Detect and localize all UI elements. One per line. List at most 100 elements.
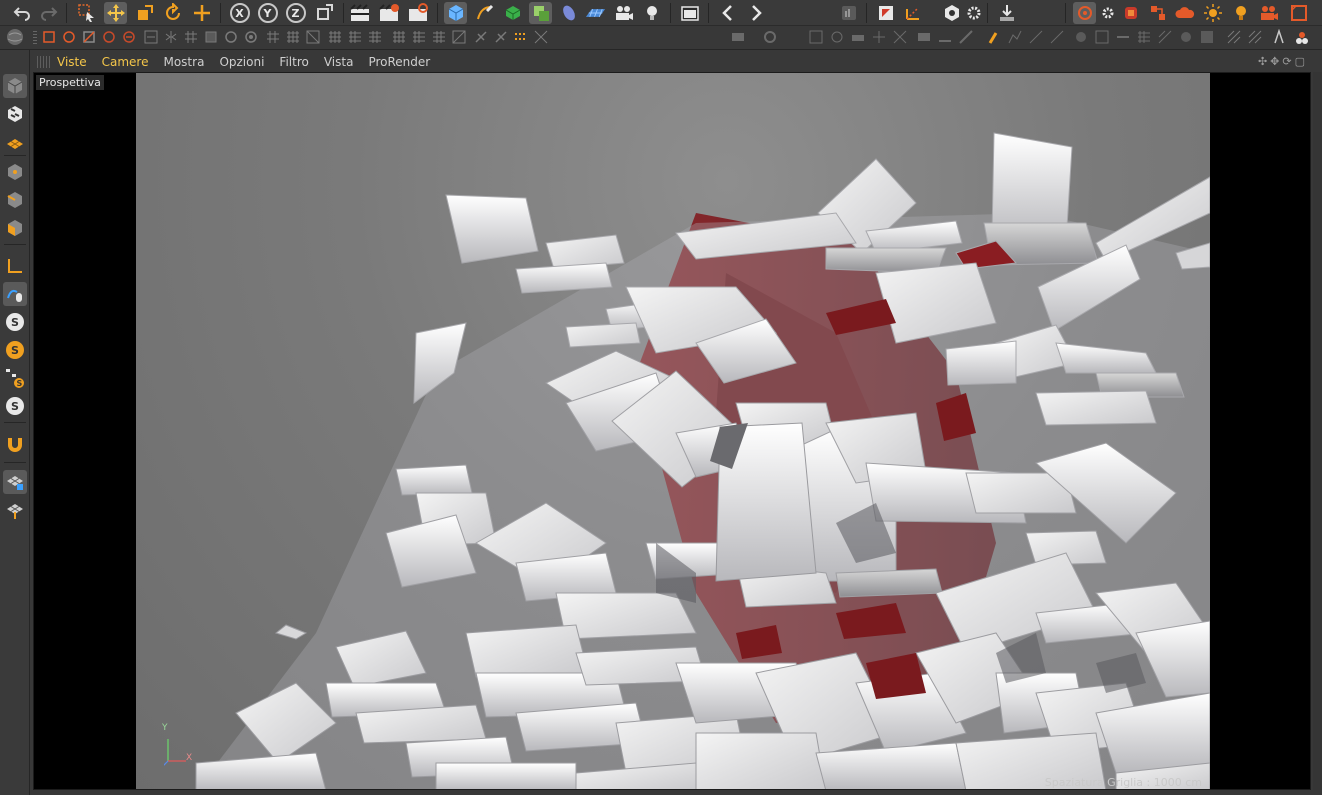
floor-icon[interactable]: [584, 2, 607, 24]
timeline-icon[interactable]: [837, 2, 860, 24]
tool-m-icon[interactable]: [1048, 27, 1066, 47]
uv-mode-icon[interactable]: [100, 27, 118, 47]
clapper-icon[interactable]: [678, 2, 701, 24]
mirror-icon[interactable]: [162, 27, 180, 47]
scale-icon[interactable]: [133, 2, 156, 24]
dolly-icon[interactable]: ✥: [1270, 55, 1279, 68]
magnet-icon[interactable]: [3, 432, 27, 456]
grid-b-icon[interactable]: [284, 27, 302, 47]
texture-mode-icon[interactable]: [874, 2, 897, 24]
bulb-icon[interactable]: [1229, 2, 1252, 24]
points-icon[interactable]: [3, 160, 27, 184]
solo-single-icon[interactable]: S: [3, 338, 27, 362]
tool-r-icon[interactable]: [1156, 27, 1174, 47]
rotate-icon[interactable]: [161, 2, 184, 24]
move-icon[interactable]: [104, 2, 127, 24]
grid-c-icon[interactable]: [304, 27, 322, 47]
workplane-axis-icon[interactable]: [3, 498, 27, 522]
sun-icon[interactable]: [1201, 2, 1224, 24]
interactive-render-icon[interactable]: [1073, 2, 1096, 24]
edges-mode-icon[interactable]: [60, 27, 78, 47]
dotgrid-icon[interactable]: [532, 27, 550, 47]
menu-prorender[interactable]: ProRender: [368, 55, 430, 69]
download-icon[interactable]: [995, 2, 1018, 24]
tool-s-icon[interactable]: [1177, 27, 1195, 47]
workplane-icon[interactable]: [3, 130, 27, 154]
axis-mode-icon[interactable]: [901, 2, 924, 24]
render-view-icon[interactable]: [348, 2, 371, 24]
right-scrollbar[interactable]: [1313, 72, 1322, 790]
workplane-lock-icon[interactable]: [3, 470, 27, 494]
align-icon[interactable]: [142, 27, 160, 47]
menu-filtro[interactable]: Filtro: [279, 55, 308, 69]
snap-settings-icon[interactable]: [962, 2, 985, 24]
paint-icon[interactable]: [985, 27, 1003, 47]
tool-x-icon[interactable]: [1293, 27, 1311, 47]
tool-k-icon[interactable]: [1006, 27, 1024, 47]
model-mode-icon[interactable]: [120, 27, 138, 47]
menu-viste[interactable]: Viste: [57, 55, 87, 69]
orbit-icon[interactable]: ⟳: [1282, 55, 1291, 68]
undo-icon[interactable]: [10, 2, 33, 24]
gear-icon[interactable]: [1096, 2, 1119, 24]
axis-icon[interactable]: [3, 254, 27, 278]
dots-icon[interactable]: [512, 27, 530, 47]
grid-a-icon[interactable]: [264, 27, 282, 47]
grid-h-icon[interactable]: [410, 27, 428, 47]
grid-i-icon[interactable]: [430, 27, 448, 47]
frame-icon[interactable]: [1287, 2, 1310, 24]
tool-o-icon[interactable]: [1093, 27, 1111, 47]
tool-f-icon[interactable]: [870, 27, 888, 47]
polygons-icon[interactable]: [3, 216, 27, 240]
tool-j-icon[interactable]: [957, 27, 975, 47]
maximize-icon[interactable]: ▢: [1295, 55, 1305, 68]
tool-p-icon[interactable]: [1114, 27, 1132, 47]
refresh-icon[interactable]: [242, 27, 260, 47]
camera-icon[interactable]: [612, 2, 635, 24]
edges-icon[interactable]: [3, 188, 27, 212]
tool-c-icon[interactable]: [807, 27, 825, 47]
tool-n-icon[interactable]: [1072, 27, 1090, 47]
render-settings-icon[interactable]: [406, 2, 429, 24]
menu-vista[interactable]: Vista: [324, 55, 354, 69]
grip-handle[interactable]: [37, 56, 51, 68]
grid-j-icon[interactable]: [450, 27, 468, 47]
node-icon[interactable]: [1146, 2, 1169, 24]
tool-t-icon[interactable]: [1198, 27, 1216, 47]
menu-camere[interactable]: Camere: [102, 55, 149, 69]
stamp-icon[interactable]: [492, 27, 510, 47]
pen-icon[interactable]: [473, 2, 496, 24]
grid-d-icon[interactable]: [326, 27, 344, 47]
viewport-perspective[interactable]: Y X Spaziatura Griglia : 1000 cm Prospet…: [33, 72, 1311, 790]
prev-icon[interactable]: [716, 2, 739, 24]
tool-v-icon[interactable]: [1246, 27, 1264, 47]
grid-snap-icon[interactable]: [182, 27, 200, 47]
solo-selection-icon[interactable]: S: [3, 394, 27, 418]
cloud-icon[interactable]: [1173, 2, 1196, 24]
tool-i-icon[interactable]: [936, 27, 954, 47]
grid-g-icon[interactable]: [390, 27, 408, 47]
array-icon[interactable]: [529, 2, 552, 24]
tweak-icon[interactable]: [3, 282, 27, 306]
tool-g-icon[interactable]: [891, 27, 909, 47]
lock-icon[interactable]: [222, 27, 240, 47]
solo-hierarchy-icon[interactable]: S: [3, 366, 27, 390]
render-camera-icon[interactable]: [1257, 2, 1280, 24]
tool-u-icon[interactable]: [1225, 27, 1243, 47]
tool-d-icon[interactable]: [828, 27, 846, 47]
solo-off-icon[interactable]: S: [3, 310, 27, 334]
tool-w-icon[interactable]: [1270, 27, 1288, 47]
weld-icon[interactable]: [202, 27, 220, 47]
snap-icon[interactable]: [940, 2, 963, 24]
model-mode-icon[interactable]: [3, 74, 27, 98]
render-scene[interactable]: Y X Spaziatura Griglia : 1000 cm: [136, 73, 1210, 789]
deformer-icon[interactable]: [557, 2, 580, 24]
cube-icon[interactable]: [444, 2, 467, 24]
texture-edit-icon[interactable]: [3, 102, 27, 126]
points-mode-icon[interactable]: [40, 27, 58, 47]
tool-l-icon[interactable]: [1027, 27, 1045, 47]
light-icon[interactable]: [640, 2, 663, 24]
redo-icon[interactable]: [37, 2, 60, 24]
subdivision-icon[interactable]: [501, 2, 524, 24]
x-axis-icon[interactable]: X: [228, 2, 251, 24]
